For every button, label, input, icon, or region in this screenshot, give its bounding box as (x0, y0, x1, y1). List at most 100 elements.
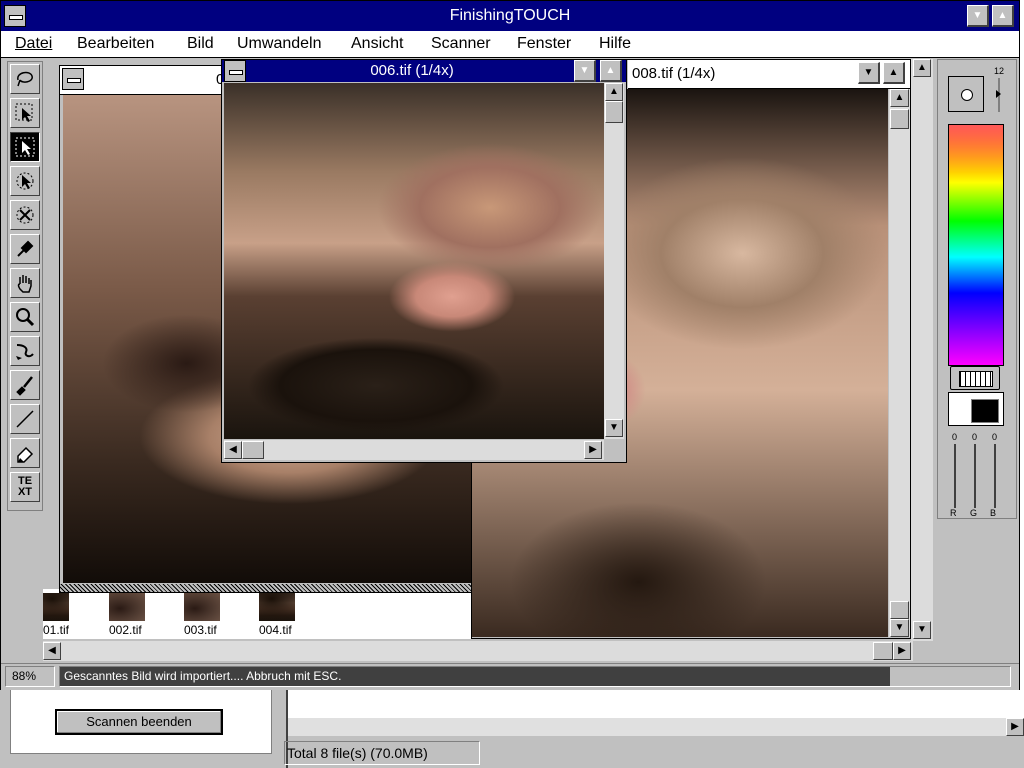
eyedropper-icon[interactable] (10, 234, 40, 264)
status-message: Gescanntes Bild wird importiert.... Abbr… (64, 669, 342, 683)
image-canvas[interactable] (224, 83, 604, 439)
scroll-up-icon[interactable]: ▲ (890, 89, 909, 107)
scroll-thumb[interactable] (605, 101, 623, 123)
color-swatches[interactable] (948, 392, 1004, 426)
scan-dialog: Scannen beenden (0, 688, 288, 768)
select-arrow-icon[interactable] (10, 98, 40, 128)
slider-r-value: 0 (952, 432, 958, 442)
slider-b-value: 0 (992, 432, 998, 442)
palette-grid-button[interactable] (950, 366, 1000, 390)
menu-bearbeiten[interactable]: Bearbeiten (77, 35, 154, 53)
thumbnail-image[interactable] (184, 593, 220, 621)
file-manager-status: Total 8 file(s) (70.0MB) (284, 741, 480, 765)
menu-umwandeln[interactable]: Umwandeln (237, 35, 321, 53)
brush-size-slider-thumb[interactable] (996, 90, 1001, 98)
status-bar: 88% Gescanntes Bild wird importiert.... … (1, 663, 1019, 690)
scroll-left-icon[interactable]: ◀ (224, 441, 242, 459)
window-006-title: 006.tif (1/4x) (370, 62, 454, 79)
maximize-icon[interactable]: ▲ (883, 62, 905, 84)
scroll-down-icon[interactable]: ▼ (913, 621, 931, 639)
brush-icon[interactable] (10, 370, 40, 400)
mdi-client: 01.tif 002.tif 003.tif 004.tif 0 008.tif… (43, 59, 911, 639)
menu-scanner[interactable]: Scanner (431, 35, 491, 53)
grid-icon (959, 371, 993, 387)
mdi-vscrollbar[interactable]: ▲ ▼ (911, 59, 933, 641)
brush-shape-button[interactable] (948, 76, 984, 112)
system-menu-icon[interactable] (62, 68, 84, 90)
brush-size-label: 12 (994, 66, 1005, 76)
slider-b[interactable] (994, 444, 996, 508)
lasso-icon[interactable] (10, 64, 40, 94)
minimize-icon[interactable]: ▼ (858, 62, 880, 84)
scroll-left-icon[interactable]: ◀ (43, 642, 61, 660)
slider-g[interactable] (974, 444, 976, 508)
menu-hilfe[interactable]: Hilfe (599, 35, 631, 53)
thumbnail-image[interactable] (43, 593, 69, 621)
scroll-up-icon[interactable]: ▲ (605, 83, 623, 101)
menu-bar: Datei Bearbeiten Bild Umwandeln Ansicht … (1, 31, 1019, 58)
status-message-panel: Gescanntes Bild wird importiert.... Abbr… (59, 666, 1011, 687)
text-icon[interactable]: TE XT (10, 472, 40, 502)
scroll-thumb-lower[interactable] (890, 601, 909, 619)
main-window: FinishingTOUCH ▼ ▲ Datei Bearbeiten Bild… (0, 0, 1020, 690)
minimize-icon[interactable]: ▼ (967, 5, 989, 27)
window-008-titlebar[interactable]: 008.tif (1/4x) ▼ ▲ (628, 60, 910, 89)
scroll-thumb[interactable] (873, 642, 893, 660)
menu-datei[interactable]: Datei (15, 35, 52, 53)
file-total-text: Total 8 file(s) (70.0MB) (287, 745, 428, 761)
zoom-level: 88% (5, 666, 55, 687)
slider-g-value: 0 (972, 432, 978, 442)
crop-icon[interactable] (10, 200, 40, 230)
eraser-icon[interactable] (10, 438, 40, 468)
color-spectrum[interactable] (948, 124, 1004, 366)
scroll-right-icon[interactable]: ▶ (893, 642, 911, 660)
file-manager-hscrollbar[interactable]: ▶ (288, 718, 1024, 736)
scroll-thumb[interactable] (890, 109, 909, 129)
text-tool-label: TE XT (17, 475, 33, 498)
thumbnail-image[interactable] (259, 593, 295, 621)
pointer-icon[interactable] (10, 132, 40, 162)
scroll-down-icon[interactable]: ▼ (890, 619, 909, 637)
rotate-pointer-icon[interactable] (10, 166, 40, 196)
scroll-down-icon[interactable]: ▼ (605, 419, 623, 437)
scroll-right-icon[interactable]: ▶ (584, 441, 602, 459)
line-icon[interactable] (10, 404, 40, 434)
thumbnail-label: 003.tif (184, 623, 217, 637)
thumbnail-label: 01.tif (43, 623, 70, 637)
thumbnail-label: 002.tif (109, 623, 142, 637)
maximize-icon[interactable]: ▲ (992, 5, 1014, 27)
file-manager-window: ▶ Total 8 file(s) (70.0MB) (284, 690, 1024, 768)
thumbnail-image[interactable] (109, 593, 145, 621)
scroll-right-icon[interactable]: ▶ (1006, 718, 1024, 736)
window-bottom-border (60, 584, 478, 592)
zoom-icon[interactable] (10, 302, 40, 332)
toolbox: TE XT (7, 61, 43, 511)
stop-scan-button-label: Scannen beenden (86, 714, 192, 729)
slider-r-label: R (950, 508, 957, 518)
menu-ansicht[interactable]: Ansicht (351, 35, 403, 53)
slider-g-label: G (970, 508, 978, 518)
background-color-swatch[interactable] (971, 399, 999, 423)
hand-icon[interactable] (10, 268, 40, 298)
maximize-icon[interactable]: ▲ (600, 60, 622, 82)
window-006-titlebar[interactable]: 006.tif (1/4x) ▼ ▲ (222, 60, 626, 82)
slider-r[interactable] (954, 444, 956, 508)
app-titlebar[interactable]: FinishingTOUCH ▼ ▲ (1, 1, 1019, 31)
thumbnail-label: 004.tif (259, 623, 292, 637)
menu-fenster[interactable]: Fenster (517, 35, 571, 53)
menu-bild[interactable]: Bild (187, 35, 214, 53)
window-006-vscrollbar[interactable]: ▲ ▼ (604, 83, 624, 439)
mdi-hscrollbar[interactable]: ◀ ▶ (43, 641, 913, 661)
image-window-006[interactable]: 006.tif (1/4x) ▼ ▲ ▲ ▼ ◀ ▶ (221, 59, 627, 463)
app-title: FinishingTOUCH (449, 7, 571, 24)
scroll-thumb[interactable] (242, 441, 264, 459)
color-palette: 12 0 0 0 R G B (937, 59, 1017, 519)
window-008-vscrollbar[interactable]: ▲ ▼ (889, 89, 910, 637)
scroll-up-icon[interactable]: ▲ (913, 59, 931, 77)
stop-scan-button[interactable]: Scannen beenden (55, 709, 223, 735)
slider-b-label: B (990, 508, 997, 518)
minimize-icon[interactable]: ▼ (574, 60, 596, 82)
window-006-hscrollbar[interactable]: ◀ ▶ (224, 440, 604, 460)
thumbnail-strip: 01.tif 002.tif 003.tif 004.tif (43, 589, 473, 639)
smudge-icon[interactable] (10, 336, 40, 366)
